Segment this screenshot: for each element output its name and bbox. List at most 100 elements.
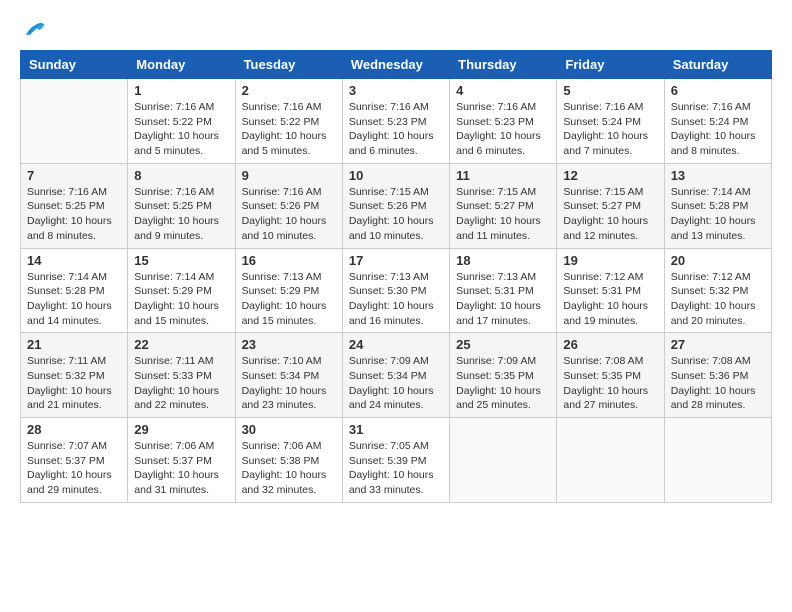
day-number: 11 bbox=[456, 168, 550, 183]
calendar-cell: 8 Sunrise: 7:16 AM Sunset: 5:25 PM Daylig… bbox=[128, 163, 235, 248]
day-info: Sunrise: 7:14 AM Sunset: 5:28 PM Dayligh… bbox=[27, 270, 121, 329]
day-info: Sunrise: 7:16 AM Sunset: 5:23 PM Dayligh… bbox=[456, 100, 550, 159]
calendar-cell: 4Sunrise: 7:16 AM Sunset: 5:23 PM Daylig… bbox=[450, 79, 557, 164]
calendar-cell: 2 Sunrise: 7:16 AM Sunset: 5:22 PM Daylig… bbox=[235, 79, 342, 164]
calendar-cell: 5 Sunrise: 7:16 AM Sunset: 5:24 PM Daylig… bbox=[557, 79, 664, 164]
calendar-cell bbox=[557, 418, 664, 503]
day-info: Sunrise: 7:16 AM Sunset: 5:25 PM Dayligh… bbox=[134, 185, 228, 244]
day-number: 15 bbox=[134, 253, 228, 268]
calendar-cell: 30 Sunrise: 7:06 AM Sunset: 5:38 PM Dayli… bbox=[235, 418, 342, 503]
day-number: 19 bbox=[563, 253, 657, 268]
day-info: Sunrise: 7:12 AM Sunset: 5:31 PM Dayligh… bbox=[563, 270, 657, 329]
day-number: 31 bbox=[349, 422, 443, 437]
calendar-week-5: 28 Sunrise: 7:07 AM Sunset: 5:37 PM Dayli… bbox=[21, 418, 772, 503]
calendar-cell: 25Sunrise: 7:09 AM Sunset: 5:35 PM Dayli… bbox=[450, 333, 557, 418]
day-info: Sunrise: 7:12 AM Sunset: 5:32 PM Dayligh… bbox=[671, 270, 765, 329]
day-info: Sunrise: 7:07 AM Sunset: 5:37 PM Dayligh… bbox=[27, 439, 121, 498]
day-info: Sunrise: 7:09 AM Sunset: 5:34 PM Dayligh… bbox=[349, 354, 443, 413]
calendar-cell: 11 Sunrise: 7:15 AM Sunset: 5:27 PM Dayli… bbox=[450, 163, 557, 248]
day-info: Sunrise: 7:16 AM Sunset: 5:24 PM Dayligh… bbox=[671, 100, 765, 159]
day-info: Sunrise: 7:11 AM Sunset: 5:33 PM Dayligh… bbox=[134, 354, 228, 413]
day-number: 6 bbox=[671, 83, 765, 98]
calendar-week-2: 7 Sunrise: 7:16 AM Sunset: 5:25 PM Daylig… bbox=[21, 163, 772, 248]
calendar-cell: 27 Sunrise: 7:08 AM Sunset: 5:36 PM Dayli… bbox=[664, 333, 771, 418]
day-number: 29 bbox=[134, 422, 228, 437]
calendar-cell: 29 Sunrise: 7:06 AM Sunset: 5:37 PM Dayli… bbox=[128, 418, 235, 503]
calendar-cell: 3 Sunrise: 7:16 AM Sunset: 5:23 PM Daylig… bbox=[342, 79, 449, 164]
day-info: Sunrise: 7:09 AM Sunset: 5:35 PM Dayligh… bbox=[456, 354, 550, 413]
calendar-cell: 20 Sunrise: 7:12 AM Sunset: 5:32 PM Dayli… bbox=[664, 248, 771, 333]
calendar-cell: 18 Sunrise: 7:13 AM Sunset: 5:31 PM Dayli… bbox=[450, 248, 557, 333]
calendar-cell: 21 Sunrise: 7:11 AM Sunset: 5:32 PM Dayli… bbox=[21, 333, 128, 418]
day-info: Sunrise: 7:16 AM Sunset: 5:26 PM Dayligh… bbox=[242, 185, 336, 244]
calendar-cell bbox=[21, 79, 128, 164]
calendar-body: 1 Sunrise: 7:16 AM Sunset: 5:22 PM Daylig… bbox=[21, 79, 772, 503]
day-number: 1 bbox=[134, 83, 228, 98]
day-info: Sunrise: 7:13 AM Sunset: 5:30 PM Dayligh… bbox=[349, 270, 443, 329]
day-info: Sunrise: 7:08 AM Sunset: 5:35 PM Dayligh… bbox=[563, 354, 657, 413]
day-number: 7 bbox=[27, 168, 121, 183]
calendar-cell: 23 Sunrise: 7:10 AM Sunset: 5:34 PM Dayli… bbox=[235, 333, 342, 418]
calendar-cell: 13Sunrise: 7:14 AM Sunset: 5:28 PM Dayli… bbox=[664, 163, 771, 248]
calendar-cell: 19 Sunrise: 7:12 AM Sunset: 5:31 PM Dayli… bbox=[557, 248, 664, 333]
day-number: 5 bbox=[563, 83, 657, 98]
day-info: Sunrise: 7:15 AM Sunset: 5:27 PM Dayligh… bbox=[456, 185, 550, 244]
calendar-cell: 17Sunrise: 7:13 AM Sunset: 5:30 PM Dayli… bbox=[342, 248, 449, 333]
day-header-saturday: Saturday bbox=[664, 51, 771, 79]
day-info: Sunrise: 7:11 AM Sunset: 5:32 PM Dayligh… bbox=[27, 354, 121, 413]
day-number: 24 bbox=[349, 337, 443, 352]
day-number: 10 bbox=[349, 168, 443, 183]
day-number: 8 bbox=[134, 168, 228, 183]
calendar-cell: 1 Sunrise: 7:16 AM Sunset: 5:22 PM Daylig… bbox=[128, 79, 235, 164]
day-number: 20 bbox=[671, 253, 765, 268]
day-number: 18 bbox=[456, 253, 550, 268]
day-info: Sunrise: 7:13 AM Sunset: 5:31 PM Dayligh… bbox=[456, 270, 550, 329]
calendar-cell: 16 Sunrise: 7:13 AM Sunset: 5:29 PM Dayli… bbox=[235, 248, 342, 333]
day-info: Sunrise: 7:14 AM Sunset: 5:28 PM Dayligh… bbox=[671, 185, 765, 244]
day-info: Sunrise: 7:06 AM Sunset: 5:37 PM Dayligh… bbox=[134, 439, 228, 498]
day-info: Sunrise: 7:14 AM Sunset: 5:29 PM Dayligh… bbox=[134, 270, 228, 329]
calendar-cell: 26 Sunrise: 7:08 AM Sunset: 5:35 PM Dayli… bbox=[557, 333, 664, 418]
day-info: Sunrise: 7:16 AM Sunset: 5:22 PM Dayligh… bbox=[134, 100, 228, 159]
calendar-week-3: 14Sunrise: 7:14 AM Sunset: 5:28 PM Dayli… bbox=[21, 248, 772, 333]
day-header-monday: Monday bbox=[128, 51, 235, 79]
day-info: Sunrise: 7:13 AM Sunset: 5:29 PM Dayligh… bbox=[242, 270, 336, 329]
day-number: 27 bbox=[671, 337, 765, 352]
calendar-cell: 9 Sunrise: 7:16 AM Sunset: 5:26 PM Daylig… bbox=[235, 163, 342, 248]
day-header-friday: Friday bbox=[557, 51, 664, 79]
day-info: Sunrise: 7:15 AM Sunset: 5:26 PM Dayligh… bbox=[349, 185, 443, 244]
day-number: 30 bbox=[242, 422, 336, 437]
calendar-week-1: 1 Sunrise: 7:16 AM Sunset: 5:22 PM Daylig… bbox=[21, 79, 772, 164]
day-number: 9 bbox=[242, 168, 336, 183]
calendar-cell: 12Sunrise: 7:15 AM Sunset: 5:27 PM Dayli… bbox=[557, 163, 664, 248]
day-header-thursday: Thursday bbox=[450, 51, 557, 79]
page-header bbox=[20, 20, 772, 40]
day-info: Sunrise: 7:16 AM Sunset: 5:23 PM Dayligh… bbox=[349, 100, 443, 159]
day-info: Sunrise: 7:06 AM Sunset: 5:38 PM Dayligh… bbox=[242, 439, 336, 498]
calendar-header-row: SundayMondayTuesdayWednesdayThursdayFrid… bbox=[21, 51, 772, 79]
day-info: Sunrise: 7:16 AM Sunset: 5:24 PM Dayligh… bbox=[563, 100, 657, 159]
calendar-cell: 24 Sunrise: 7:09 AM Sunset: 5:34 PM Dayli… bbox=[342, 333, 449, 418]
day-header-wednesday: Wednesday bbox=[342, 51, 449, 79]
calendar-cell: 14Sunrise: 7:14 AM Sunset: 5:28 PM Dayli… bbox=[21, 248, 128, 333]
calendar-cell bbox=[450, 418, 557, 503]
day-number: 28 bbox=[27, 422, 121, 437]
day-info: Sunrise: 7:16 AM Sunset: 5:22 PM Dayligh… bbox=[242, 100, 336, 159]
day-info: Sunrise: 7:15 AM Sunset: 5:27 PM Dayligh… bbox=[563, 185, 657, 244]
calendar-table: SundayMondayTuesdayWednesdayThursdayFrid… bbox=[20, 50, 772, 503]
day-number: 23 bbox=[242, 337, 336, 352]
day-info: Sunrise: 7:10 AM Sunset: 5:34 PM Dayligh… bbox=[242, 354, 336, 413]
calendar-cell: 6 Sunrise: 7:16 AM Sunset: 5:24 PM Daylig… bbox=[664, 79, 771, 164]
day-header-tuesday: Tuesday bbox=[235, 51, 342, 79]
day-number: 3 bbox=[349, 83, 443, 98]
day-number: 2 bbox=[242, 83, 336, 98]
day-header-sunday: Sunday bbox=[21, 51, 128, 79]
day-number: 21 bbox=[27, 337, 121, 352]
day-info: Sunrise: 7:08 AM Sunset: 5:36 PM Dayligh… bbox=[671, 354, 765, 413]
calendar-cell: 28 Sunrise: 7:07 AM Sunset: 5:37 PM Dayli… bbox=[21, 418, 128, 503]
day-info: Sunrise: 7:16 AM Sunset: 5:25 PM Dayligh… bbox=[27, 185, 121, 244]
calendar-cell: 22 Sunrise: 7:11 AM Sunset: 5:33 PM Dayli… bbox=[128, 333, 235, 418]
day-number: 22 bbox=[134, 337, 228, 352]
day-number: 16 bbox=[242, 253, 336, 268]
day-number: 26 bbox=[563, 337, 657, 352]
